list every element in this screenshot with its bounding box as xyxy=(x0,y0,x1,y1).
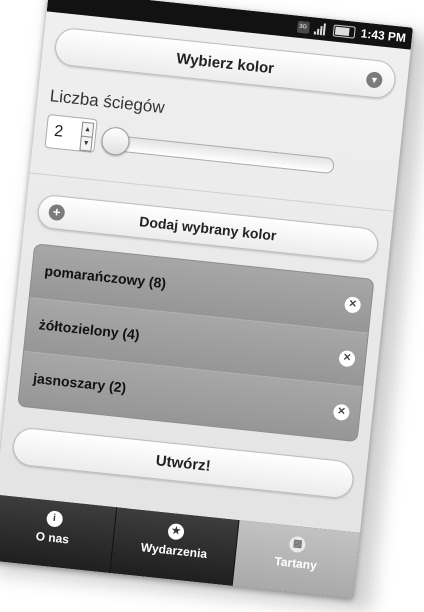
tab-events[interactable]: ★ Wydarzenia xyxy=(110,507,240,586)
network-3g-icon: 3G xyxy=(296,20,310,34)
chevron-down-icon: ▼ xyxy=(365,71,384,89)
add-color-label: Dodaj wybrany kolor xyxy=(138,213,278,244)
signal-icon xyxy=(313,22,328,36)
color-item-label: jasnoszary (2) xyxy=(32,369,128,396)
info-icon: i xyxy=(45,510,64,528)
create-button-label: Utwórz! xyxy=(154,451,212,475)
battery-icon xyxy=(332,24,356,39)
star-icon: ★ xyxy=(167,522,185,541)
color-item-label: żółtozielony (4) xyxy=(38,316,141,343)
remove-icon[interactable]: ✕ xyxy=(332,403,351,422)
color-select-label: Wybierz kolor xyxy=(175,49,275,77)
tab-label: Tartany xyxy=(273,554,318,573)
plus-icon: + xyxy=(47,203,66,222)
create-button[interactable]: Utwórz! xyxy=(11,426,356,500)
tab-tartans[interactable]: ▦ Tartany xyxy=(232,520,360,599)
remove-icon[interactable]: ✕ xyxy=(338,349,356,368)
stitch-count-value: 2 xyxy=(53,122,64,141)
clock: 1:43 PM xyxy=(360,26,407,45)
stepper-down-icon[interactable]: ▼ xyxy=(79,135,93,152)
tab-about[interactable]: i O nas xyxy=(0,494,118,574)
grid-icon: ▦ xyxy=(288,535,307,554)
remove-icon[interactable]: ✕ xyxy=(343,296,362,314)
selected-colors-list: pomarańczowy (8) ✕ żółtozielony (4) ✕ ja… xyxy=(17,243,375,443)
stitch-count-label: Liczba ściegów xyxy=(48,86,166,118)
phone-screen: 3G 1:43 PM Wybierz kolor ▼ Liczba ściegó… xyxy=(0,0,413,599)
stitch-count-slider[interactable] xyxy=(110,134,335,175)
color-item-label: pomarańczowy (8) xyxy=(43,262,167,292)
tab-label: Wydarzenia xyxy=(140,540,208,562)
stitch-count-stepper[interactable]: 2 ▲ ▼ xyxy=(44,114,98,154)
tab-label: O nas xyxy=(35,529,70,547)
